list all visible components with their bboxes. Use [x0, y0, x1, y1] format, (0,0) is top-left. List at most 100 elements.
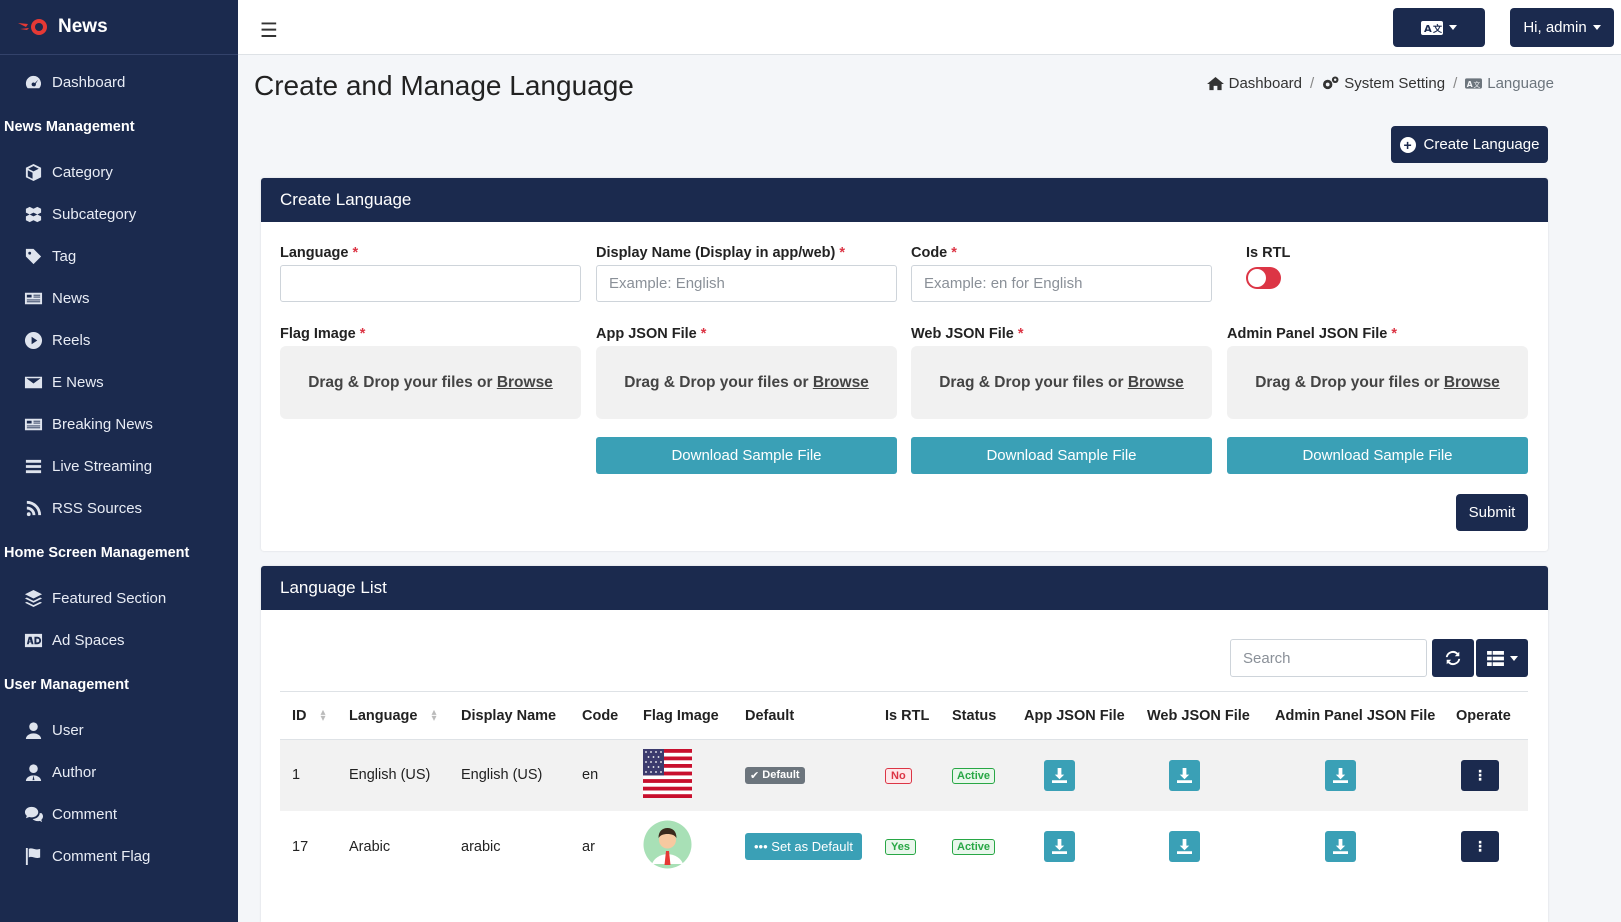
sidebar-item-label: Comment Flag [52, 847, 151, 865]
cell-default: ✔ Default [733, 739, 873, 811]
hamburger-menu-icon[interactable]: ☰ [260, 18, 278, 43]
sidebar: News Dashboard News Management Category … [0, 0, 238, 922]
sidebar-item-e-news[interactable]: E News [0, 361, 238, 403]
column-header-operate: Operate [1444, 691, 1528, 740]
sidebar-item-ad-spaces[interactable]: Ad Spaces [0, 619, 238, 661]
field-label: Language * [280, 245, 359, 261]
download-app-sample-button[interactable]: Download Sample File [596, 437, 897, 474]
admin-json-dropzone[interactable]: Drag & Drop your files or Browse [1227, 346, 1528, 419]
download-icon [1333, 839, 1348, 854]
cell-app-json [1012, 739, 1135, 811]
cell-flag [631, 810, 733, 883]
cell-is-rtl: Yes [873, 810, 940, 883]
cell-app-json [1012, 810, 1135, 883]
sidebar-item-author[interactable]: Author [0, 751, 238, 793]
status-badge: Active [952, 767, 996, 784]
sidebar-item-dashboard[interactable]: Dashboard [0, 61, 238, 103]
code-input[interactable]: Example: en for English [911, 265, 1212, 302]
table-row: 1 English (US) English (US) en ✔ Default… [280, 739, 1528, 811]
refresh-button[interactable] [1432, 639, 1474, 677]
submit-button[interactable]: Submit [1456, 494, 1528, 531]
sidebar-item-comment-flag[interactable]: Comment Flag [0, 835, 238, 877]
download-admin-sample-button[interactable]: Download Sample File [1227, 437, 1528, 474]
download-icon [1333, 767, 1348, 783]
web-json-dropzone[interactable]: Drag & Drop your files or Browse [911, 346, 1212, 419]
cubes-icon [25, 206, 42, 222]
app-json-dropzone[interactable]: Drag & Drop your files or Browse [596, 346, 897, 419]
section-header-user-management: User Management [4, 677, 129, 693]
cell-language: Arabic [337, 810, 449, 883]
sidebar-item-live-streaming[interactable]: Live Streaming [0, 445, 238, 487]
breadcrumb-language: Language [1487, 75, 1554, 92]
sidebar-item-user[interactable]: User [0, 709, 238, 751]
cube-icon [25, 163, 42, 181]
language-icon: A文 [1421, 20, 1443, 35]
sidebar-item-breaking-news[interactable]: Breaking News [0, 403, 238, 445]
display-name-field: Display Name (Display in app/web) * Examp… [596, 245, 897, 302]
download-app-json-button[interactable] [1044, 831, 1075, 862]
field-label: Display Name (Display in app/web) * [596, 245, 845, 261]
download-app-json-button[interactable] [1044, 759, 1075, 791]
page-title: Create and Manage Language [254, 70, 634, 101]
more-actions-button[interactable]: ⋮ [1461, 759, 1499, 791]
cell-status: Active [940, 810, 1012, 883]
sidebar-item-tag[interactable]: Tag [0, 235, 238, 277]
sidebar-item-category[interactable]: Category [0, 151, 238, 193]
download-admin-json-button[interactable] [1325, 759, 1356, 791]
layers-icon [24, 589, 43, 607]
browse-link[interactable]: Browse [1444, 374, 1500, 392]
brand-name: News [58, 16, 108, 37]
column-header-language[interactable]: Language ▴ ▾ [337, 691, 449, 740]
brand[interactable]: News [0, 0, 238, 55]
more-actions-button[interactable]: ⋮ [1461, 831, 1499, 862]
breadcrumb: Dashboard / System Setting / A文 Language [1206, 75, 1554, 92]
set-as-default-button[interactable]: ••• Set as Default [745, 833, 862, 860]
sidebar-item-label: Dashboard [52, 73, 126, 91]
sidebar-item-news[interactable]: News [0, 277, 238, 319]
cell-default: ••• Set as Default [733, 810, 873, 883]
column-header-id[interactable]: ID ▴ ▾ [280, 691, 337, 740]
sidebar-item-reels[interactable]: Reels [0, 319, 238, 361]
display-name-input[interactable]: Example: English [596, 265, 897, 302]
download-web-json-button[interactable] [1169, 759, 1200, 791]
column-header-default: Default [733, 691, 873, 740]
is-rtl-toggle[interactable] [1246, 267, 1281, 289]
web-json-field: Web JSON File * Drag & Drop your files or… [911, 326, 1212, 419]
arabic-avatar-image [643, 820, 692, 869]
download-admin-json-button[interactable] [1325, 831, 1356, 862]
status-badge: Active [952, 839, 996, 855]
sidebar-item-rss-sources[interactable]: RSS Sources [0, 487, 238, 529]
browse-link[interactable]: Browse [497, 374, 553, 392]
column-header-flag-image: Flag Image [631, 691, 733, 740]
toggle-knob [1248, 269, 1266, 287]
download-web-json-button[interactable] [1169, 831, 1200, 862]
user-menu-button[interactable]: Hi, admin [1510, 8, 1614, 47]
flag-image-field: Flag Image * Drag & Drop your files or Br… [280, 326, 581, 419]
sidebar-item-subcategory[interactable]: Subcategory [0, 193, 238, 235]
sidebar-item-comment[interactable]: Comment [0, 793, 238, 835]
cell-status: Active [940, 739, 1012, 811]
language-switcher-button[interactable]: A文 [1393, 8, 1485, 47]
rss-icon [26, 500, 42, 516]
cell-flag [631, 739, 733, 811]
language-list-card: Language List Search ID ▴ ▾ Language ▴ ▾ Dis… [261, 566, 1548, 922]
sidebar-item-label: Reels [52, 331, 91, 349]
language-icon: A文 [1465, 78, 1483, 89]
sidebar-item-label: Featured Section [52, 589, 167, 607]
breadcrumb-dashboard[interactable]: Dashboard [1229, 75, 1302, 92]
search-input[interactable]: Search [1230, 639, 1427, 677]
field-label: Flag Image * [280, 326, 366, 342]
flag-image-dropzone[interactable]: Drag & Drop your files or Browse [280, 346, 581, 419]
browse-link[interactable]: Browse [1128, 374, 1184, 392]
sidebar-item-featured-section[interactable]: Featured Section [0, 577, 238, 619]
section-header-news-management: News Management [4, 119, 135, 135]
create-language-button[interactable]: + Create Language [1391, 126, 1548, 163]
columns-toggle-button[interactable] [1476, 639, 1528, 677]
download-icon [1177, 767, 1192, 783]
breadcrumb-separator: / [1453, 75, 1458, 92]
language-input[interactable] [280, 265, 581, 302]
sidebar-item-label: Ad Spaces [52, 631, 125, 649]
browse-link[interactable]: Browse [813, 374, 869, 392]
breadcrumb-system-setting[interactable]: System Setting [1344, 75, 1445, 92]
download-web-sample-button[interactable]: Download Sample File [911, 437, 1212, 474]
